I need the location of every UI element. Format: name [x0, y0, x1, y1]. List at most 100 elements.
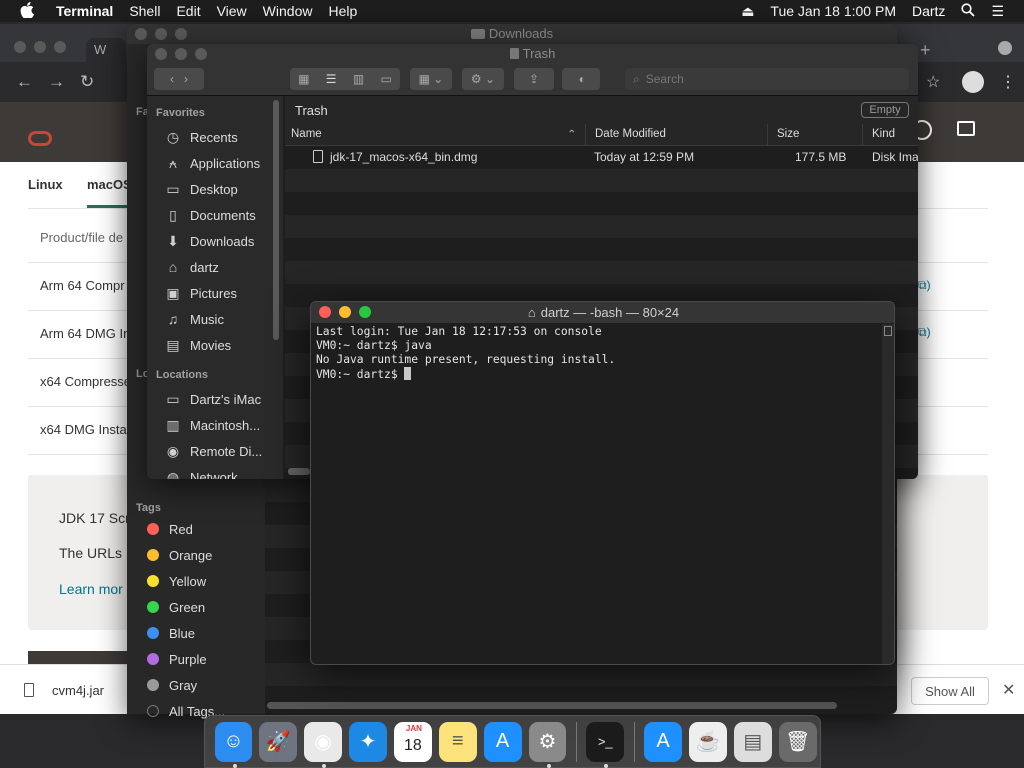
browser-zoom-button[interactable] — [54, 41, 66, 53]
browser-close-button[interactable] — [14, 41, 26, 53]
menu-shell[interactable]: Shell — [121, 3, 168, 19]
share-icon[interactable]: ⇪ — [514, 68, 554, 90]
os-tab-macos[interactable]: macOS — [87, 177, 132, 192]
bookmark-star-icon[interactable]: ☆ — [926, 72, 940, 92]
launchpad-icon[interactable]: 🚀 — [259, 721, 298, 762]
menu-view[interactable]: View — [209, 3, 255, 19]
tag-blue[interactable]: Blue — [127, 620, 265, 646]
all-tags-icon — [147, 705, 159, 717]
group-by-button[interactable]: ▦ ⌄ — [410, 68, 452, 90]
terminal-minimize-button[interactable] — [339, 306, 351, 318]
list-view-icon[interactable]: ☰ — [326, 72, 337, 86]
tag-green[interactable]: Green — [127, 594, 265, 620]
menu-help[interactable]: Help — [320, 3, 365, 19]
view-mode-buttons[interactable]: ▦ ☰ ▥ ▭ — [290, 68, 400, 90]
sidebar-item-movies[interactable]: ▤ Movies — [147, 332, 283, 358]
downloads-minimize-button[interactable] — [155, 28, 167, 40]
column-header-name[interactable]: Name — [291, 128, 322, 140]
show-all-button[interactable]: Show All — [911, 677, 989, 705]
os-tab-linux[interactable]: Linux — [28, 177, 63, 192]
chrome-icon[interactable]: ◉ — [304, 721, 343, 768]
external-link-icon[interactable]: ⧉) — [918, 278, 931, 293]
sidebar-scrollbar[interactable] — [273, 100, 279, 340]
close-download-bar-icon[interactable]: ✕ — [1002, 680, 1015, 700]
trash-search-field[interactable]: ⌕ Search — [625, 68, 909, 90]
download-filename[interactable]: cvm4j.jar — [52, 683, 104, 698]
sidebar-item-desktop[interactable]: ▭ Desktop — [147, 176, 283, 202]
column-view-icon[interactable]: ▥ — [353, 72, 364, 86]
safari-icon[interactable]: ✦ — [349, 721, 387, 762]
external-link-icon[interactable]: ⧉) — [918, 325, 931, 340]
sidebar-item-pictures[interactable]: ▣ Pictures — [147, 280, 283, 306]
sidebar-item-remote-disc[interactable]: ◉ Remote Di... — [147, 438, 283, 464]
tab-search-icon[interactable] — [998, 41, 1012, 55]
table-row[interactable]: jdk-17_macos-x64_bin.dmg Today at 12:59 … — [285, 146, 918, 169]
column-header-kind[interactable]: Kind — [872, 128, 895, 140]
icon-view-icon[interactable]: ▦ — [298, 72, 309, 86]
menu-edit[interactable]: Edit — [168, 3, 208, 19]
apple-menu-icon[interactable] — [0, 1, 48, 21]
profile-avatar[interactable] — [962, 71, 984, 93]
jar-launcher-icon[interactable]: ▤ — [733, 721, 772, 762]
browser-minimize-button[interactable] — [34, 41, 46, 53]
tag-red[interactable]: Red — [127, 516, 265, 542]
oracle-logo[interactable] — [28, 131, 52, 146]
scroll-split-icon[interactable] — [884, 326, 892, 336]
terminal-scrollbar[interactable] — [882, 324, 894, 664]
app-store-downloads-icon[interactable]: A — [644, 721, 682, 762]
tag-purple[interactable]: Purple — [127, 646, 265, 672]
terminal-title-bar: ⌂ dartz — -bash — 80×24 — [311, 302, 894, 323]
downloads-close-button[interactable] — [135, 28, 147, 40]
menu-app-name[interactable]: Terminal — [48, 3, 121, 19]
gallery-view-icon[interactable]: ▭ — [380, 72, 391, 86]
file-list-horizontal-scrollbar[interactable] — [288, 468, 310, 475]
tag-edit-icon[interactable]: ◖ — [562, 68, 600, 90]
empty-trash-button[interactable]: Empty — [861, 102, 909, 118]
browser-menu-icon[interactable]: ⋮ — [1000, 72, 1016, 92]
column-header-date[interactable]: Date Modified — [595, 128, 666, 140]
downloads-zoom-button[interactable] — [175, 28, 187, 40]
system-preferences-icon[interactable]: ⚙ — [528, 721, 567, 768]
menu-window[interactable]: Window — [255, 3, 321, 19]
tag-orange[interactable]: Orange — [127, 542, 265, 568]
browser-tab[interactable]: W — [86, 38, 126, 62]
menu-user[interactable]: Dartz — [904, 3, 953, 19]
terminal-icon[interactable]: >_ — [586, 721, 625, 768]
tag-gray[interactable]: Gray — [127, 672, 265, 698]
sidebar-item-downloads[interactable]: ⬇ Downloads — [147, 228, 283, 254]
chat-icon[interactable] — [957, 121, 975, 136]
sidebar-item-applications[interactable]: ⍲ Applications — [147, 150, 283, 176]
spotlight-search-icon[interactable] — [953, 2, 983, 20]
notes-icon[interactable]: ≡ — [438, 721, 477, 762]
sidebar-item-music[interactable]: ♫ Music — [147, 306, 283, 332]
terminal-output[interactable]: Last login: Tue Jan 18 12:17:53 on conso… — [316, 325, 876, 382]
back-icon[interactable]: ← — [16, 72, 33, 92]
app-store-icon[interactable]: A — [483, 721, 522, 762]
sidebar-item-imac[interactable]: ▭ Dartz's iMac — [147, 386, 283, 412]
sidebar-item-network[interactable]: ◍ Network — [147, 464, 283, 480]
downloads-horizontal-scrollbar[interactable] — [267, 702, 837, 709]
sidebar-item-recents[interactable]: ◷ Recents — [147, 124, 283, 150]
sidebar-item-home[interactable]: ⌂ dartz — [147, 254, 283, 280]
column-header-size[interactable]: Size — [777, 128, 799, 140]
forward-icon[interactable]: → — [48, 72, 65, 92]
sidebar-item-macintosh-hd[interactable]: ▥ Macintosh... — [147, 412, 283, 438]
finder-icon[interactable]: ☺ — [214, 721, 253, 768]
new-tab-icon[interactable]: + — [920, 40, 931, 61]
java-jar-icon[interactable]: ☕ — [689, 721, 727, 762]
trash-window-title: Trash — [522, 46, 556, 61]
control-center-icon[interactable]: ☰ — [983, 3, 1024, 20]
trash-icon[interactable]: 🗑 — [778, 721, 817, 762]
tag-yellow[interactable]: Yellow — [127, 568, 265, 594]
back-forward-buttons[interactable]: ‹ › — [154, 68, 204, 90]
calendar-icon[interactable]: JAN 18 — [393, 721, 432, 762]
sidebar-item-documents[interactable]: ▯ Documents — [147, 202, 283, 228]
table-row-label: Arm 64 Compr — [40, 278, 125, 293]
terminal-close-button[interactable] — [319, 306, 331, 318]
eject-icon[interactable]: ⏏ — [733, 3, 762, 20]
action-gear-icon[interactable]: ⚙ ⌄ — [462, 68, 504, 90]
menu-clock[interactable]: Tue Jan 18 1:00 PM — [762, 3, 904, 19]
learn-more-link[interactable]: Learn mor — [59, 581, 123, 597]
reload-icon[interactable]: ↻ — [80, 72, 94, 92]
terminal-zoom-button[interactable] — [359, 306, 371, 318]
